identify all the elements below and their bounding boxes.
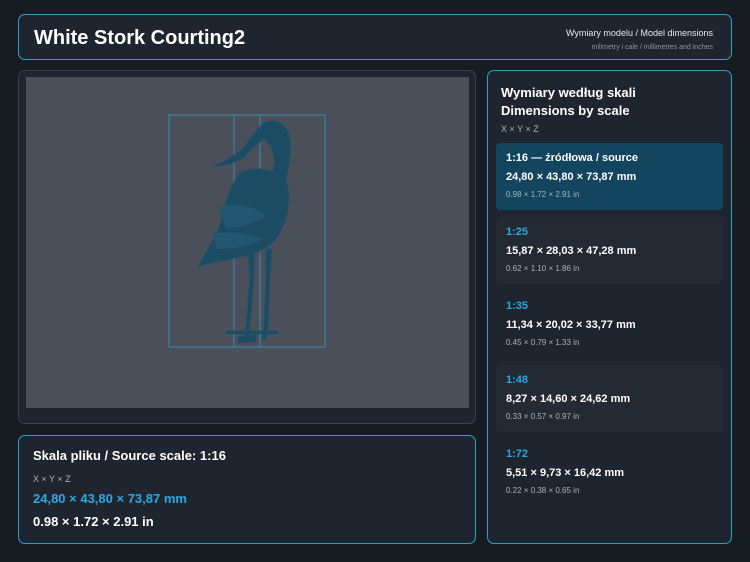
scale-dimensions-mm: 8,27 × 14,60 × 24,62 mm <box>506 393 631 405</box>
source-dimensions-in: 0.98 × 1.72 × 2.91 in <box>33 514 154 529</box>
scale-dimensions-in: 0.22 × 0.38 × 0.65 in <box>506 486 580 495</box>
scales-heading-en: Dimensions by scale <box>501 103 630 118</box>
scale-card-1-25[interactable]: 1:25 15,87 × 28,03 × 47,28 mm 0.62 × 1.1… <box>496 217 723 284</box>
source-axes-label: X × Y × Z <box>33 474 71 484</box>
stork-silhouette <box>197 120 291 344</box>
scales-heading-pl: Wymiary według skali <box>501 85 636 100</box>
scale-ratio: 1:72 <box>506 448 529 460</box>
header-panel: White Stork Courting2 Wymiary modelu / M… <box>18 14 732 60</box>
model-viewport[interactable] <box>26 77 469 408</box>
bird-model-icon <box>168 114 326 348</box>
source-scale-heading: Skala pliku / Source scale: 1:16 <box>33 448 226 463</box>
source-dimensions-mm: 24,80 × 43,80 × 73,87 mm <box>33 491 187 506</box>
scale-dimensions-mm: 11,34 × 20,02 × 33,77 mm <box>506 319 636 331</box>
header-subtitle: Wymiary modelu / Model dimensions <box>566 28 713 38</box>
scale-dimensions-in: 0.62 × 1.10 × 1.86 in <box>506 264 580 273</box>
scale-dimensions-in: 0.33 × 0.57 × 0.97 in <box>506 412 580 421</box>
header-subtitle-small: milimetry i cale / millimetres and inche… <box>591 44 713 51</box>
scales-heading: Wymiary według skali Dimensions by scale <box>501 84 636 120</box>
scales-panel: Wymiary według skali Dimensions by scale… <box>487 70 732 544</box>
scale-card-1-35[interactable]: 1:35 11,34 × 20,02 × 33,77 mm 0.45 × 0.7… <box>496 291 723 358</box>
source-scale-panel: Skala pliku / Source scale: 1:16 X × Y ×… <box>18 435 476 544</box>
scale-dimensions-mm: 15,87 × 28,03 × 47,28 mm <box>506 245 637 257</box>
scale-card-1-72[interactable]: 1:72 5,51 × 9,73 × 16,42 mm 0.22 × 0.38 … <box>496 439 723 506</box>
page-title: White Stork Courting2 <box>34 27 246 49</box>
scale-card-1-48[interactable]: 1:48 8,27 × 14,60 × 24,62 mm 0.33 × 0.57… <box>496 365 723 432</box>
scale-dimensions-mm: 5,51 × 9,73 × 16,42 mm <box>506 467 625 479</box>
scale-card-1-16[interactable]: 1:16 — źródłowa / source 24,80 × 43,80 ×… <box>496 143 723 210</box>
scale-ratio: 1:48 <box>506 374 529 386</box>
scales-axes-label: X × Y × Z <box>501 124 539 134</box>
scale-dimensions-in: 0.98 × 1.72 × 2.91 in <box>506 190 580 199</box>
scale-ratio: 1:16 — źródłowa / source <box>506 152 639 164</box>
scale-ratio: 1:35 <box>506 300 529 312</box>
scale-dimensions-in: 0.45 × 0.79 × 1.33 in <box>506 338 580 347</box>
scale-dimensions-mm: 24,80 × 43,80 × 73,87 mm <box>506 171 637 183</box>
scale-ratio: 1:25 <box>506 226 529 238</box>
model-preview-panel <box>18 70 476 424</box>
